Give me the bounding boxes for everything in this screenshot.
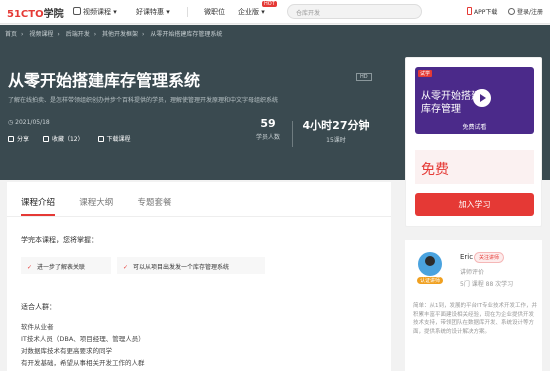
nav-video-courses-label: 视频课程 [83, 8, 111, 16]
breadcrumb-item[interactable]: 其他开发框架 [102, 31, 138, 38]
favorite-button[interactable]: 收藏（12） [42, 136, 84, 143]
instructor-panel: 认证讲师 Eric 关注讲师 讲师评价 5门 课程 88 次学习 简单：从1到，… [405, 240, 542, 371]
download-icon [97, 136, 104, 142]
top-navbar: 51CTO学院 视频课程 ▾ 好课特惠 ▾ 微职位 企业版 ▾ HOT 仓库开发… [0, 0, 550, 24]
play-icon[interactable] [473, 89, 491, 107]
hot-badge: HOT [262, 1, 277, 7]
students-stat: 59 学员人数 [248, 117, 288, 141]
course-actions: 分享 收藏（12） 下载课程 [8, 134, 143, 143]
course-card: 试学 从零开始搭建库存管理 免费试看 免费 加入学习 [405, 57, 542, 227]
students-value: 59 [260, 117, 276, 130]
download-button[interactable]: 下载课程 [97, 136, 131, 143]
breadcrumb-item[interactable]: 视频课程 [29, 31, 53, 38]
course-description: 了解在线拍卖、是怎样带领组织创办并步个百科提供的学员，理解使管理开发原理和中文字… [8, 97, 279, 104]
tab-packages[interactable]: 专题套餐 [138, 196, 172, 214]
publish-date-value: 2021/05/18 [15, 119, 50, 126]
check-icon: ✓ [123, 264, 129, 271]
learn-point-text: 可以从项目出发发一个库存管理系统 [133, 264, 230, 271]
nav-enterprise-label: 企业版 [238, 8, 259, 16]
nav-hot-courses-label: 好课特惠 [136, 8, 164, 16]
course-title: 从零开始搭建库存管理系统 [8, 71, 201, 90]
avatar[interactable] [418, 252, 442, 276]
user-icon [508, 8, 515, 15]
app-download-link[interactable]: APP下载 [467, 7, 497, 16]
star-icon [42, 136, 49, 142]
download-label: 下载课程 [106, 136, 131, 143]
instructor-name[interactable]: Eric [460, 253, 473, 261]
learn-point: ✓ 进一步了解表关联 [21, 257, 111, 274]
instructor-bio: 简单：从1到，发展的平台IT专业技术开发工作，并积累丰富平面建设相关经验，现在为… [413, 303, 537, 335]
audience-item: IT技术人员（DBA、项目经理、管理人员） [21, 335, 145, 343]
nav-hot-courses[interactable]: 好课特惠 ▾ [136, 7, 170, 17]
audience-item: 有开发基础，希望从事相关开发工作的人群 [21, 359, 145, 367]
breadcrumb-item[interactable]: 首页 [5, 31, 17, 38]
search-input[interactable]: 仓库开发 [287, 4, 422, 19]
tab-intro[interactable]: 课程介绍 [21, 196, 56, 216]
certified-badge: 认证讲师 [417, 277, 444, 284]
learn-heading: 学完本课程，您将掌握： [21, 236, 98, 244]
login-link[interactable]: 登录/注册 [508, 7, 543, 16]
phone-icon [467, 7, 472, 15]
audience-item: 软件从业者 [21, 323, 54, 331]
thumbnail-title: 从零开始搭建库存管理 [421, 91, 481, 115]
trial-tag: 试学 [418, 70, 433, 77]
publish-date: ◷ 2021/05/18 [8, 119, 50, 126]
login-label: 登录/注册 [517, 9, 544, 16]
price: 免费 [421, 162, 449, 178]
favorite-label: 收藏（12） [51, 136, 84, 143]
hd-badge: HD [356, 73, 372, 81]
duration-label: 15课时 [326, 137, 346, 144]
follow-button[interactable]: 关注讲师 [474, 252, 505, 263]
duration-stat: 4小时27分钟 15课时 [296, 117, 376, 144]
breadcrumb-item[interactable]: 后端开发 [66, 31, 90, 38]
grid-icon [73, 7, 81, 15]
share-icon [8, 136, 14, 142]
students-label: 学员人数 [255, 134, 280, 141]
duration-value: 4小时27分钟 [302, 119, 370, 132]
tab-divider [7, 216, 391, 217]
nav-video-courses[interactable]: 视频课程 ▾ [73, 7, 117, 17]
nav-enterprise[interactable]: 企业版 ▾ [238, 7, 265, 17]
learn-point: ✓ 可以从项目出发发一个库存管理系统 [117, 257, 265, 274]
course-thumbnail[interactable]: 试学 从零开始搭建库存管理 免费试看 [415, 67, 534, 134]
course-content-panel: 课程介绍 课程大纲 专题套餐 学完本课程，您将掌握： ✓ 进一步了解表关联 ✓ 可以… [7, 182, 391, 371]
audience-heading: 适合人群： [21, 303, 56, 311]
logo-main: 51CTO [7, 9, 44, 20]
app-download-label: APP下载 [474, 9, 498, 16]
content-tabs: 课程介绍 课程大纲 专题套餐 [21, 196, 194, 216]
enroll-button[interactable]: 加入学习 [415, 193, 534, 216]
nav-divider [187, 7, 188, 17]
tab-outline[interactable]: 课程大纲 [79, 196, 113, 214]
share-label: 分享 [17, 136, 30, 143]
free-trial-label: 免费试看 [462, 124, 487, 131]
breadcrumb: 首页 › 视频课程 › 后端开发 › 其他开发框架 › 从零开始搭建库存管理系统 [5, 31, 223, 38]
breadcrumb-item: 从零开始搭建库存管理系统 [150, 31, 223, 38]
audience-item: 对数据库技术有更高要求的同学 [21, 347, 112, 355]
site-logo[interactable]: 51CTO学院 [7, 5, 64, 20]
stat-divider [292, 121, 293, 147]
instructor-stats: 5门 课程 88 次学习 [460, 281, 514, 288]
share-button[interactable]: 分享 [8, 136, 29, 143]
nav-micro-jobs[interactable]: 微职位 [204, 7, 225, 17]
logo-sub: 学院 [43, 9, 64, 20]
instructor-role: 讲师评价 [460, 269, 485, 276]
learn-point-text: 进一步了解表关联 [37, 264, 86, 271]
check-icon: ✓ [27, 264, 33, 271]
